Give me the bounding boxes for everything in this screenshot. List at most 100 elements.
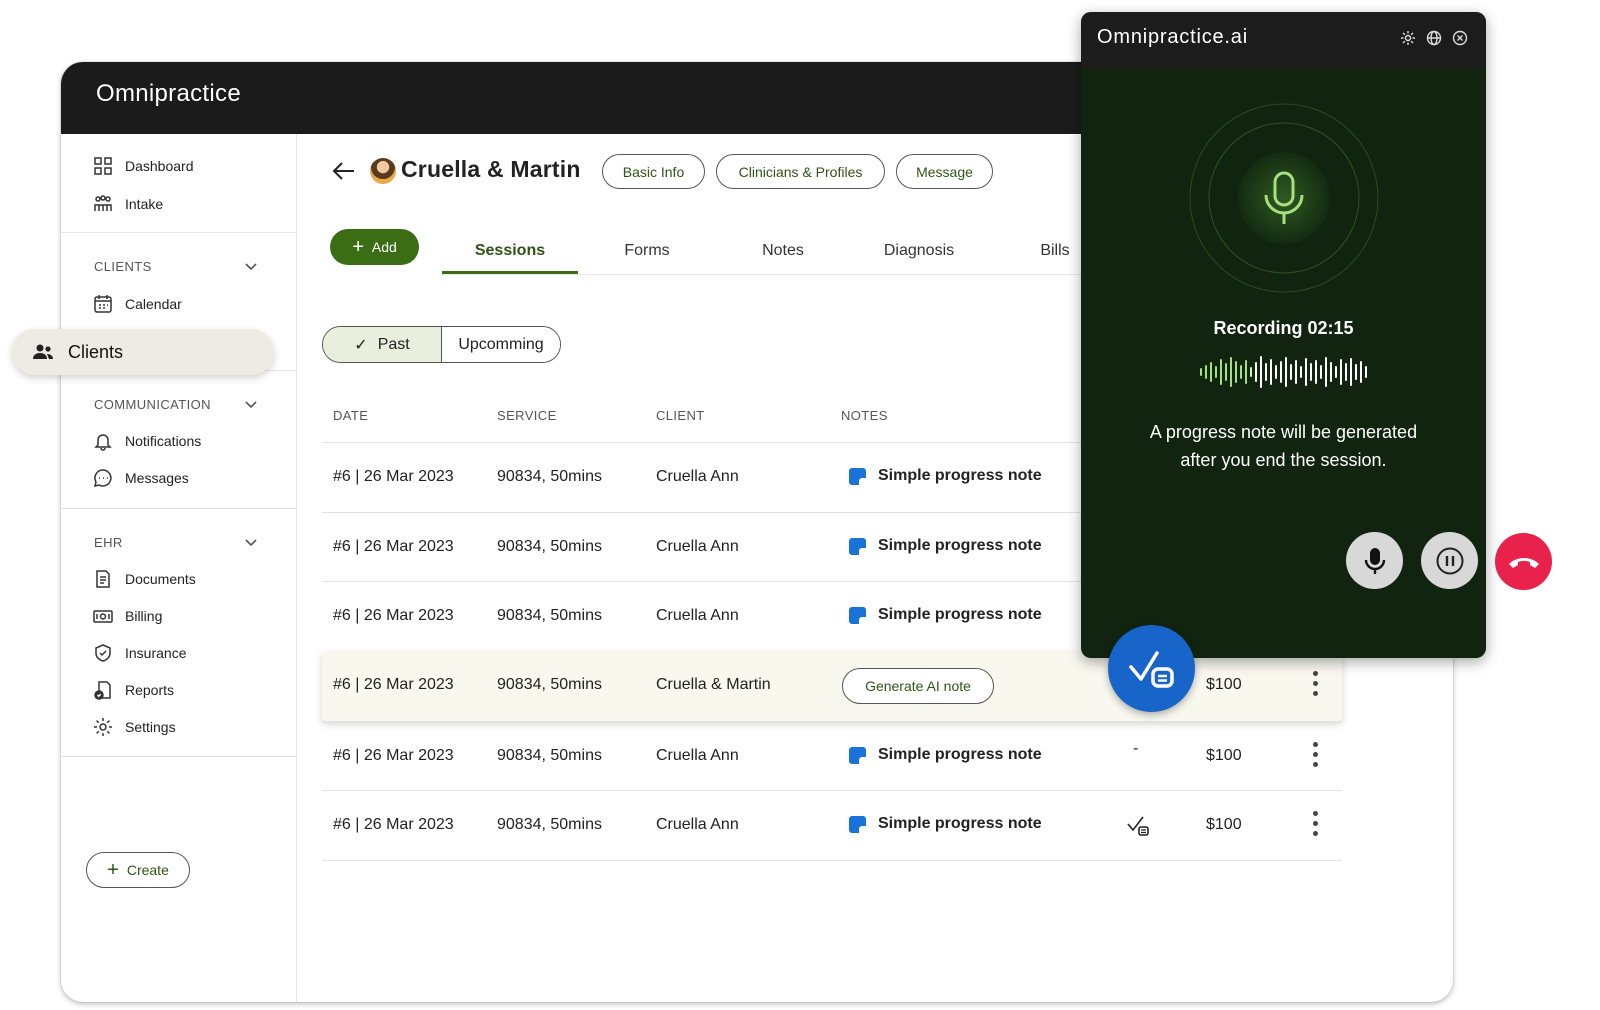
note-icon (849, 815, 866, 833)
tab-sessions[interactable]: Sessions (442, 242, 578, 260)
service-cell: 90834, 50mins (497, 676, 602, 693)
date-cell: #6 | 26 Mar 2023 (333, 468, 454, 485)
end-call-button[interactable] (1495, 533, 1552, 590)
section-title: COMMUNICATION (94, 396, 211, 412)
column-header-client[interactable]: CLIENT (656, 408, 705, 423)
plus-icon: + (352, 236, 364, 258)
date-cell: #6 | 26 Mar 2023 (333, 538, 454, 555)
client-cell: Cruella Ann (656, 816, 739, 833)
chat-icon (93, 469, 112, 488)
amount-cell: $100 (1206, 816, 1242, 833)
sidebar-item-messages[interactable]: Messages (93, 468, 189, 488)
service-cell: 90834, 50mins (497, 607, 602, 624)
sidebar-item-documents[interactable]: Documents (93, 569, 196, 589)
past-label: Past (377, 335, 410, 353)
reports-icon (94, 681, 111, 700)
tab-forms[interactable]: Forms (592, 242, 702, 260)
microphone-icon (1364, 547, 1385, 574)
more-options-icon[interactable] (1312, 671, 1318, 699)
app-logo[interactable]: Omnipractice (96, 80, 241, 108)
client-cell: Cruella Ann (656, 607, 739, 624)
section-communication[interactable]: COMMUNICATION (94, 396, 259, 412)
section-clients[interactable]: CLIENTS (94, 258, 259, 274)
note-link[interactable]: Simple progress note (849, 467, 1042, 485)
sidebar-item-label: Dashboard (125, 158, 194, 174)
sidebar-item-reports[interactable]: Reports (93, 680, 174, 700)
phone-hangup-icon (1508, 557, 1539, 568)
note-icon (849, 746, 866, 764)
create-label: Create (126, 862, 169, 878)
sidebar-item-dashboard[interactable]: Dashboard (93, 156, 194, 176)
sidebar-item-label: Intake (125, 196, 164, 212)
note-label: Simple progress note (878, 537, 1042, 554)
past-toggle[interactable]: ✓ Past (323, 327, 442, 362)
column-header-service[interactable]: SERVICE (497, 408, 557, 423)
table-row[interactable]: #6 | 26 Mar 2023 90834, 50mins Cruella A… (322, 721, 1342, 790)
upcoming-toggle[interactable]: Upcomming (442, 327, 560, 362)
column-header-notes[interactable]: NOTES (841, 408, 888, 423)
waveform-icon (1200, 356, 1367, 388)
mute-button[interactable] (1346, 532, 1403, 589)
recording-panel-header: Omnipractice.ai (1081, 12, 1486, 68)
sidebar-item-insurance[interactable]: Insurance (93, 643, 186, 663)
grid-icon (94, 157, 112, 175)
gear-icon (94, 718, 112, 736)
close-icon[interactable] (1452, 30, 1468, 46)
chevron-down-icon (245, 263, 257, 271)
tab-notes[interactable]: Notes (728, 242, 838, 260)
ai-note-fab-button[interactable] (1108, 625, 1195, 712)
bell-icon (94, 434, 112, 451)
sidebar-item-label: Calendar (125, 296, 182, 312)
more-options-icon[interactable] (1312, 811, 1318, 839)
sidebar-item-settings[interactable]: Settings (93, 717, 176, 737)
note-icon (849, 606, 866, 624)
sidebar-item-clients[interactable]: Clients (12, 329, 274, 375)
pause-button[interactable] (1421, 532, 1478, 589)
sidebar-item-calendar[interactable]: Calendar (93, 294, 182, 314)
note-link[interactable]: Simple progress note (849, 606, 1042, 624)
note-link[interactable]: Simple progress note (849, 746, 1042, 764)
service-cell: 90834, 50mins (497, 538, 602, 555)
chevron-down-icon (245, 539, 257, 547)
chevron-down-icon (245, 401, 257, 409)
page-title: Cruella & Martin (401, 156, 581, 182)
service-cell: 90834, 50mins (497, 747, 602, 764)
more-options-icon[interactable] (1312, 742, 1318, 770)
sidebar-item-notifications[interactable]: Notifications (93, 431, 201, 451)
sidebar-item-label: Reports (125, 682, 175, 698)
date-cell: #6 | 26 Mar 2023 (333, 747, 454, 764)
sidebar-item-label: Messages (125, 470, 189, 486)
table-row[interactable]: #6 | 26 Mar 2023 90834, 50mins Cruella A… (322, 790, 1342, 859)
generate-ai-note-button[interactable]: Generate AI note (842, 668, 994, 704)
globe-icon[interactable] (1426, 30, 1442, 46)
add-button[interactable]: + Add (330, 229, 419, 265)
message-button[interactable]: Message (896, 154, 993, 189)
basic-info-button[interactable]: Basic Info (602, 154, 705, 189)
client-cell: Cruella Ann (656, 747, 739, 764)
status-cell: - (1133, 740, 1139, 757)
intake-icon (94, 195, 112, 211)
sidebar-item-intake[interactable]: Intake (93, 194, 163, 214)
date-cell: #6 | 26 Mar 2023 (333, 607, 454, 624)
check-icon: ✓ (354, 336, 368, 354)
column-header-date[interactable]: DATE (333, 408, 368, 423)
sidebar-item-billing[interactable]: Billing (93, 606, 162, 626)
sidebar-item-label: Documents (125, 571, 196, 587)
section-ehr[interactable]: EHR (94, 534, 259, 550)
note-link[interactable]: Simple progress note (849, 537, 1042, 555)
section-title: CLIENTS (94, 258, 152, 274)
clinicians-profiles-button[interactable]: Clinicians & Profiles (716, 154, 885, 189)
back-arrow-icon[interactable] (332, 161, 356, 181)
create-button[interactable]: + Create (86, 852, 190, 888)
sidebar-divider (61, 508, 297, 509)
sidebar-divider (61, 756, 297, 757)
note-link[interactable]: Simple progress note (849, 815, 1042, 833)
gear-icon[interactable] (1400, 30, 1416, 46)
amount-cell: $100 (1206, 747, 1242, 764)
note-label: Simple progress note (878, 467, 1042, 484)
sidebar-item-label: Insurance (125, 645, 187, 661)
document-icon (96, 570, 110, 588)
tab-diagnosis[interactable]: Diagnosis (864, 242, 974, 260)
microphone-icon (1189, 103, 1379, 293)
recorder-logo: Omnipractice.ai (1097, 26, 1248, 48)
